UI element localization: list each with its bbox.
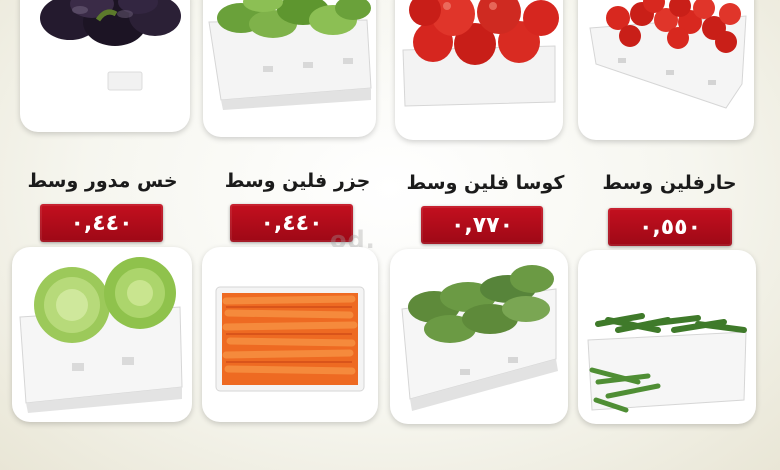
- product-image-carrot-box: [202, 247, 378, 422]
- product-name-zucchini: كوسا فلين وسط: [406, 172, 565, 194]
- product-image-zucchini-box: [390, 249, 568, 424]
- price-tag-chili: ٠,٥٥٠: [608, 208, 732, 246]
- product-name-lettuce: خس مدور وسط: [27, 170, 178, 192]
- price-tag-zucchini: ٠,٧٧٠: [421, 206, 543, 244]
- product-image-tomato-box: [395, 0, 563, 140]
- product-image-lettuce-box: [12, 247, 192, 422]
- product-image-tomato-box-2: [578, 0, 754, 140]
- product-image-cucumber-box: [203, 0, 376, 137]
- product-name-chili: حارفلين وسط: [602, 172, 737, 194]
- product-name-carrot: جزر فلين وسط: [224, 170, 371, 192]
- price-tag-lettuce: ٠,٤٤٠: [40, 204, 163, 242]
- product-image-eggplant: [20, 0, 190, 132]
- product-image-chili-box: [578, 250, 756, 424]
